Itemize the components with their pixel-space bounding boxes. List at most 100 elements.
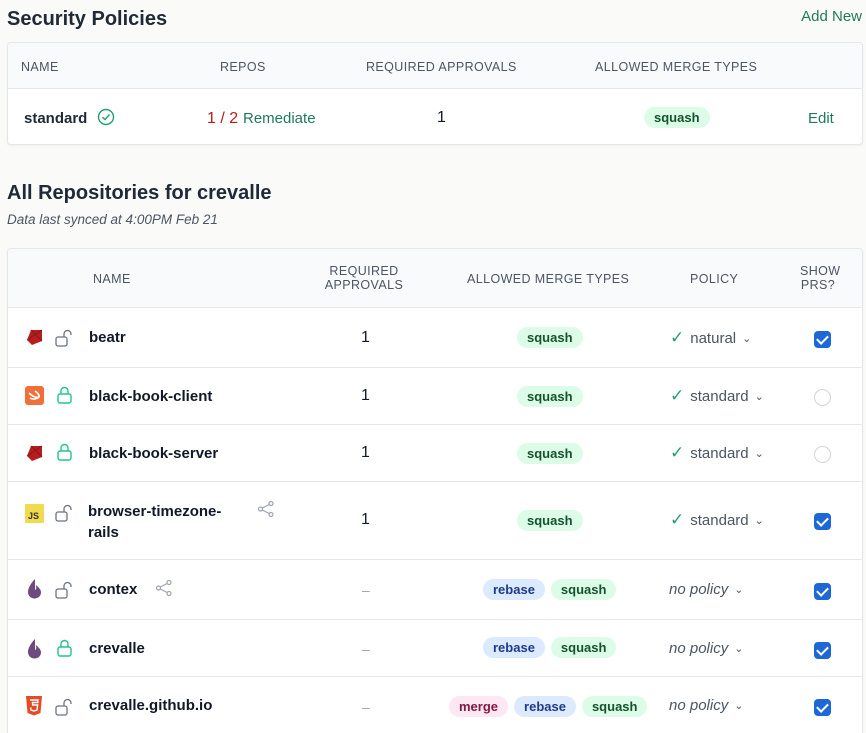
chevron-down-icon: ⌄ <box>734 700 744 712</box>
col-header-merge-types: ALLOWED MERGE TYPES <box>595 60 758 74</box>
policy-select[interactable]: ✓ standard ⌄ <box>670 386 764 406</box>
merge-type-badge: squash <box>517 443 583 464</box>
show-prs-checkbox[interactable] <box>814 583 831 600</box>
check-icon: ✓ <box>670 386 685 405</box>
ruby-icon <box>25 328 44 347</box>
table-row: black-book-client 1 squash ✓ standard ⌄ <box>8 368 862 425</box>
policy-select[interactable]: ✓ standard ⌄ <box>670 510 764 530</box>
col-header-required-approvals: REQUIRED APPROVALS <box>366 60 517 74</box>
table-row: beatr 1 squash ✓ natural ⌄ <box>8 308 862 368</box>
policy-approvals: 1 <box>437 109 446 126</box>
policy-select[interactable]: ✓ natural ⌄ <box>670 328 751 348</box>
merge-type-badge: squash <box>517 386 583 407</box>
elixir-icon <box>27 639 46 659</box>
share-icon <box>155 579 173 601</box>
lock-open-icon <box>54 503 74 528</box>
swift-icon <box>25 386 44 405</box>
merge-type-badge: rebase <box>483 579 545 600</box>
policy-value: standard <box>690 511 749 529</box>
repo-approvals: 1 <box>361 329 370 346</box>
ruby-icon <box>25 444 44 463</box>
check-icon: ✓ <box>670 443 685 462</box>
chevron-down-icon: ⌄ <box>734 584 744 596</box>
check-icon: ✓ <box>670 328 685 347</box>
lock-closed-icon <box>56 385 74 410</box>
merge-type-badge: squash <box>517 510 583 531</box>
policy-select[interactable]: no policy ⌄ <box>669 581 743 598</box>
col-header-policy: POLICY <box>690 272 739 286</box>
col-header-repos: REPOS <box>220 60 266 74</box>
policy-name: standard <box>24 110 88 127</box>
show-prs-checkbox[interactable] <box>814 513 831 530</box>
repo-name[interactable]: beatr <box>89 329 126 346</box>
header-line: APPROVALS <box>324 278 404 292</box>
show-prs-checkbox[interactable] <box>814 699 831 716</box>
repo-name[interactable]: black-book-server <box>89 445 218 462</box>
security-policies-title: Security Policies <box>7 8 168 30</box>
repo-name[interactable]: contex <box>89 581 137 598</box>
merge-type-badge: squash <box>517 327 583 348</box>
repo-approvals: – <box>362 582 370 598</box>
policies-table-header: NAME REPOS REQUIRED APPROVALS ALLOWED ME… <box>8 43 862 89</box>
edit-policy-link[interactable]: Edit <box>808 110 834 127</box>
add-new-link[interactable]: Add New <box>801 8 862 25</box>
policy-value: standard <box>690 444 749 462</box>
header-line: SHOW <box>800 264 841 278</box>
col-header-name: NAME <box>21 60 59 74</box>
show-prs-checkbox[interactable] <box>814 642 831 659</box>
merge-type-badge: squash <box>644 107 710 128</box>
table-row: contex – rebase squash no policy ⌄ <box>8 560 862 620</box>
merge-type-badge: rebase <box>514 696 576 717</box>
policy-value: natural <box>690 329 737 347</box>
chevron-down-icon: ⌄ <box>754 390 764 403</box>
repo-approvals: 1 <box>361 387 370 404</box>
policy-value: standard <box>690 387 749 405</box>
policies-table: NAME REPOS REQUIRED APPROVALS ALLOWED ME… <box>7 42 863 145</box>
repo-name[interactable]: crevalle <box>89 640 145 657</box>
lock-closed-icon <box>56 638 74 663</box>
policy-row: standard 1 / 2 Remediate 1 squash Edit <box>8 89 862 144</box>
table-row: crevalle.github.io – merge rebase squash n… <box>8 677 862 733</box>
last-synced-text: Data last synced at 4:00PM Feb 21 <box>7 212 218 227</box>
show-prs-checkbox[interactable] <box>814 446 831 463</box>
merge-types: squash <box>514 327 586 348</box>
chevron-down-icon: ⌄ <box>754 514 764 527</box>
repositories-table: NAME REQUIRED APPROVALS ALLOWED MERGE TY… <box>7 248 863 733</box>
remediate-link[interactable]: Remediate <box>243 110 316 127</box>
policy-select[interactable]: ✓ standard ⌄ <box>670 443 764 463</box>
merge-types: merge rebase squash <box>446 696 650 717</box>
chevron-down-icon: ⌄ <box>754 447 764 460</box>
policy-select[interactable]: no policy ⌄ <box>669 697 743 714</box>
merge-types: squash <box>514 510 586 531</box>
repo-approvals: 1 <box>361 444 370 461</box>
merge-type-badge: merge <box>449 696 509 717</box>
merge-types: rebase squash <box>480 637 619 658</box>
elixir-icon <box>27 579 46 599</box>
lock-open-icon <box>54 580 74 605</box>
table-row: JS browser-timezone- rails 1 squash ✓ st… <box>8 482 862 560</box>
repos-noncompliant-count: 1 / 2 <box>207 110 239 127</box>
lock-open-icon <box>54 328 74 353</box>
show-prs-checkbox[interactable] <box>814 331 831 348</box>
check-circle-icon <box>97 108 115 130</box>
merge-types: squash <box>514 386 586 407</box>
repo-name-line: browser-timezone- <box>88 503 222 520</box>
policy-merge-types: squash <box>641 107 713 128</box>
repositories-title: All Repositories for crevalle <box>7 182 272 204</box>
javascript-icon: JS <box>25 504 44 523</box>
table-row: black-book-server 1 squash ✓ standard ⌄ <box>8 425 862 482</box>
col-header-required-approvals: REQUIRED APPROVALS <box>324 264 404 292</box>
chevron-down-icon: ⌄ <box>734 643 744 655</box>
repo-name-line: rails <box>88 524 119 541</box>
merge-type-badge: squash <box>550 579 617 600</box>
merge-type-badge: squash <box>581 696 648 717</box>
policy-value: no policy <box>669 640 729 657</box>
repo-name[interactable]: browser-timezone- rails <box>88 501 221 543</box>
show-prs-checkbox[interactable] <box>814 389 831 406</box>
repo-approvals: 1 <box>361 511 370 528</box>
merge-types: squash <box>514 443 586 464</box>
repo-approvals: – <box>362 699 370 715</box>
repo-name[interactable]: crevalle.github.io <box>89 697 212 714</box>
repo-name[interactable]: black-book-client <box>89 388 212 405</box>
policy-select[interactable]: no policy ⌄ <box>669 640 743 657</box>
